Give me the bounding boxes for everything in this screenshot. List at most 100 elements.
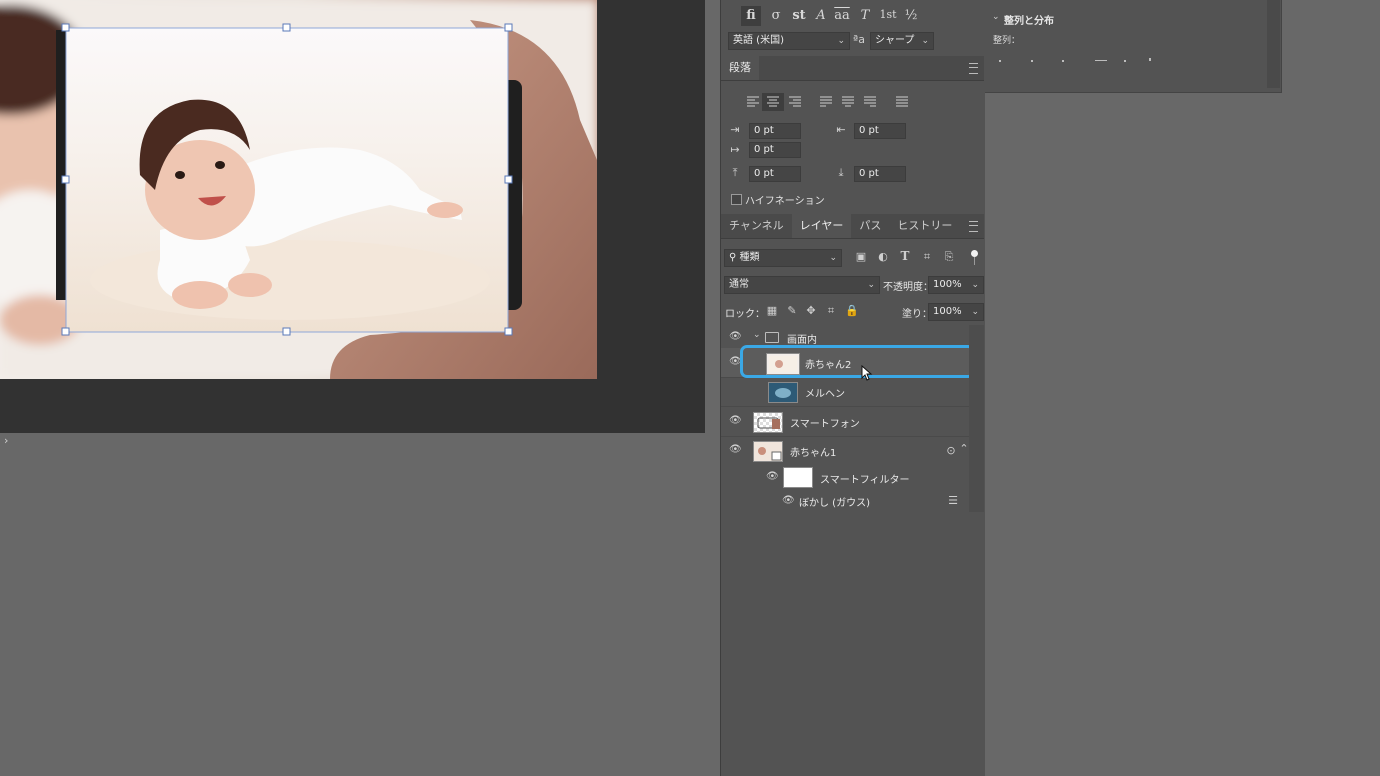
layers-scrollbar[interactable] — [969, 325, 984, 512]
fractions-glyph[interactable]: ½ — [901, 8, 921, 23]
space-before-field[interactable]: 0 pt — [749, 166, 801, 182]
thumbnail-image — [769, 383, 797, 402]
paragraph-panel-header: 段落 — [721, 56, 984, 81]
layer-row-smart-filter[interactable]: 👁 スマートフィルター — [721, 464, 969, 490]
folder-icon — [765, 332, 779, 343]
canvas-area[interactable] — [0, 0, 705, 433]
type-filter-icon[interactable]: T — [898, 249, 912, 263]
chevron-down-icon: ⌄ — [837, 36, 845, 46]
thumbnail-image — [757, 417, 780, 429]
titling-glyph[interactable]: T — [856, 8, 874, 23]
document-canvas[interactable] — [0, 0, 597, 379]
chevron-down-icon[interactable]: ⌄ — [992, 12, 1000, 22]
align-buttons-row[interactable] — [995, 54, 1165, 64]
justify-right-icon — [864, 96, 876, 107]
eye-icon[interactable]: 👁 — [782, 495, 795, 507]
eye-icon[interactable]: 👁 — [729, 415, 742, 427]
chevron-down-icon[interactable]: ⌄ — [753, 330, 761, 340]
eye-icon[interactable]: 👁 — [729, 444, 742, 456]
chevron-down-icon: ⌄ — [971, 307, 979, 317]
panel-column: fi σ st A aa T 1st ½ 英語 (米国) ⌄ ªa シャープ ⌄… — [720, 0, 985, 776]
lock-all-icon[interactable]: 🔒 — [845, 304, 859, 317]
layer-row-filter[interactable]: 👁 ぼかし (ガウス) ☰ — [721, 490, 969, 512]
chevron-down-icon: ⌄ — [971, 280, 979, 290]
paragraph-align-row — [743, 93, 923, 111]
opentype-glyph-row: fi σ st A aa T 1st ½ — [741, 5, 951, 27]
tab-layers[interactable]: レイヤー — [791, 214, 852, 238]
layer-name: メルヘン — [805, 389, 845, 400]
hyphenation-checkbox[interactable] — [731, 194, 742, 205]
anti-alias-dropdown[interactable]: シャープ ⌄ — [870, 32, 934, 50]
align-left-edge-icon — [999, 60, 1001, 62]
lock-paint-brush-icon[interactable]: ✎ — [785, 304, 799, 317]
ligature-glyph[interactable]: fi — [741, 6, 761, 26]
ordinals-glyph[interactable]: 1st — [877, 8, 899, 21]
swash-glyph[interactable]: A — [812, 8, 830, 23]
fill-field[interactable]: 100% ⌄ — [928, 303, 984, 321]
tab-history[interactable]: ヒストリー — [889, 214, 960, 238]
align-h-center-icon — [1031, 60, 1033, 62]
paragraph-align-icons — [747, 93, 908, 111]
smart-filter-indicator-icon[interactable]: ⊙ — [945, 444, 957, 457]
discretionary-ligature-glyph[interactable]: σ — [767, 8, 785, 23]
indent-right-icon: ⇤ — [836, 123, 846, 136]
eye-icon[interactable]: 👁 — [766, 471, 779, 483]
align-distribute-panel: ⌄ 整列と分布 整列： — [985, 0, 1282, 93]
lock-transparent-icon[interactable]: ▦ — [765, 304, 779, 317]
adjustment-filter-icon[interactable]: ◐ — [876, 250, 890, 263]
lock-artboard-icon[interactable]: ⌗ — [824, 304, 838, 318]
st-ligature-glyph[interactable]: st — [789, 8, 809, 23]
align-v-center-icon — [1124, 60, 1126, 62]
align-bottom-edge-icon — [1149, 58, 1151, 61]
opacity-label: 不透明度： — [883, 282, 933, 293]
hyphenation-label: ハイフネーション — [745, 196, 825, 207]
panel-menu-icon[interactable] — [969, 63, 978, 74]
tab-paragraph[interactable]: 段落 — [721, 56, 759, 80]
align-panel-title: 整列と分布 — [1004, 16, 1054, 27]
indent-left-icon: ⇥ — [730, 123, 740, 136]
smart-object-filter-icon[interactable]: ⎘ — [942, 250, 956, 264]
mouse-cursor-icon — [861, 365, 873, 381]
layer-name: ぼかし (ガウス) — [799, 498, 870, 509]
indent-left-field[interactable]: 0 pt — [749, 123, 801, 139]
indent-right-field[interactable]: 0 pt — [854, 123, 906, 139]
filter-kind-value: 種類 — [739, 252, 760, 263]
layers-panel-tabs: チャンネル レイヤー パス ヒストリー — [721, 214, 984, 239]
filter-options-icon[interactable]: ☰ — [947, 494, 959, 507]
canvas-image — [0, 0, 597, 379]
language-value: 英語 (米国) — [733, 35, 784, 46]
image-filter-icon[interactable]: ▣ — [854, 250, 868, 263]
space-after-icon: ⤓ — [838, 166, 844, 179]
selection-highlight — [740, 345, 975, 378]
filter-mask-thumbnail — [783, 467, 813, 488]
search-icon: ⚲ — [729, 252, 737, 263]
layer-row[interactable]: · メルヘン — [721, 377, 969, 407]
tab-paths[interactable]: パス — [851, 214, 889, 238]
align-right-edge-icon — [1062, 60, 1064, 62]
indent-first-line-field[interactable]: 0 pt — [749, 142, 801, 158]
opacity-field[interactable]: 100% ⌄ — [928, 276, 984, 294]
layer-filter-dropdown[interactable]: ⚲ 種類 ⌄ — [724, 249, 842, 267]
justify-center-icon — [842, 96, 854, 107]
lock-move-icon[interactable]: ✥ — [804, 304, 818, 317]
blend-mode-dropdown[interactable]: 通常 ⌄ — [724, 276, 880, 294]
language-dropdown[interactable]: 英語 (米国) ⌄ — [728, 32, 850, 50]
space-after-field[interactable]: 0 pt — [854, 166, 906, 182]
panel-menu-icon[interactable] — [969, 221, 978, 232]
eye-icon[interactable]: 👁 — [729, 331, 742, 343]
align-panel-scrollbar[interactable] — [1267, 0, 1280, 88]
panel-expand-icon[interactable]: › — [4, 434, 14, 448]
eye-hidden-icon[interactable]: · — [729, 385, 741, 397]
layer-thumbnail — [753, 441, 783, 462]
chevron-up-icon[interactable]: ⌃ — [959, 442, 969, 455]
filter-toggle-icon[interactable] — [971, 250, 978, 257]
align-right-icon — [789, 96, 801, 107]
layer-name: スマートフィルター — [820, 475, 910, 486]
layer-row[interactable]: 👁 スマートフォン — [721, 407, 969, 437]
stylistic-alternates-glyph[interactable]: aa — [831, 8, 853, 23]
shape-filter-icon[interactable]: ⌗ — [920, 250, 934, 264]
indent-first-line-icon: ↦ — [730, 143, 740, 156]
tab-channels[interactable]: チャンネル — [721, 214, 792, 238]
chevron-down-icon: ⌄ — [921, 36, 929, 46]
layer-row-smart-object[interactable]: 👁 赤ちゃん1 ⊙ ⌃ — [721, 436, 969, 464]
